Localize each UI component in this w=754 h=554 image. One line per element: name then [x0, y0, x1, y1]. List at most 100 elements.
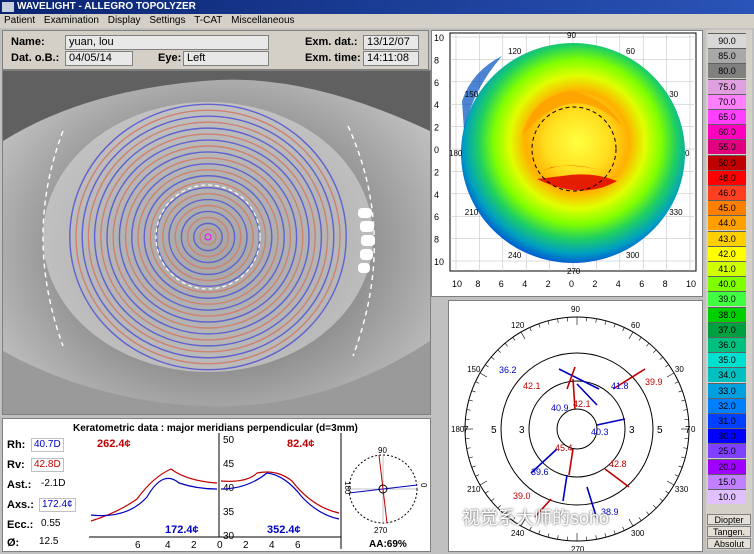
topo-xtick: 2 — [592, 279, 597, 289]
rv-value: 42.8D — [31, 458, 64, 472]
axs-value: 172.4¢ — [39, 498, 76, 512]
k-ytick: 35 — [223, 507, 235, 518]
scale-value-3: 75.0 — [708, 79, 746, 94]
scale-value-20: 36.0 — [708, 337, 746, 352]
topo-xtick: 4 — [522, 279, 527, 289]
topography-map[interactable]: 9012015018021024027030033003060 10864202… — [432, 31, 702, 296]
watermark-text: 视觉系大师的soho — [462, 504, 609, 530]
eye-image-panel — [2, 70, 431, 415]
meridian-angle-label: 240 — [511, 529, 525, 538]
topo-ytick: 2 — [434, 167, 439, 177]
topo-xtick: 10 — [686, 279, 696, 289]
topo-angle-label: 210 — [465, 208, 479, 217]
topo-angle-label: 240 — [508, 251, 522, 260]
ast-label: Ast.: — [7, 479, 31, 491]
name-field[interactable]: yuan, lou — [65, 35, 269, 50]
topo-xtick: 8 — [475, 279, 480, 289]
scale-value-23: 33.0 — [708, 383, 746, 398]
k-xtick: 6 — [135, 540, 141, 549]
profile-right-bottom-value: 352.4¢ — [267, 524, 301, 536]
eye-label: Eye: — [158, 52, 181, 64]
k-ytick: 30 — [223, 531, 235, 542]
topo-ytick: 0 — [434, 145, 439, 155]
topo-angle-label: 0 — [685, 149, 690, 158]
k-xtick: 4 — [165, 540, 171, 549]
exam-time-field[interactable]: 14:11:08 — [363, 51, 419, 66]
meridian-angle-label: 120 — [511, 321, 525, 330]
scale-value-28: 20.0 — [708, 459, 746, 474]
meridian-value: 42.1 — [523, 381, 541, 391]
topo-angle-label: 270 — [567, 267, 581, 276]
meridian-value: 41.8 — [611, 381, 629, 391]
topo-angle-label: 60 — [626, 47, 635, 56]
exam-time-label: Exm. time: — [305, 52, 361, 64]
topo-ytick: 8 — [434, 55, 439, 65]
topo-ytick: 2 — [434, 123, 439, 133]
profile-right-top-value: 82.4¢ — [287, 438, 315, 450]
scale-value-13: 43.0 — [708, 231, 746, 246]
rh-label: Rh: — [7, 439, 25, 451]
meridian-ring-label: 3 — [519, 425, 525, 436]
topo-ytick: 4 — [434, 100, 439, 110]
dob-label: Dat. o.B.: — [11, 52, 59, 64]
topo-angle-label: 300 — [626, 251, 640, 260]
topo-ytick: 10 — [434, 257, 444, 267]
scale-value-25: 31.0 — [708, 413, 746, 428]
menu-display[interactable]: Display — [108, 15, 141, 26]
menu-patient[interactable]: Patient — [4, 15, 35, 26]
meridian-profile-chart: 262.4¢ 82.4¢ 172.4¢ 352.4¢ 5045403530 64… — [87, 433, 427, 549]
scale-value-17: 39.0 — [708, 291, 746, 306]
diameter-label: Ø: — [7, 537, 19, 549]
scale-button-tangen[interactable]: Tangen. — [707, 526, 751, 537]
meridian-ring-label: 5 — [657, 425, 663, 436]
meridian-value: 39.9 — [645, 377, 663, 387]
meridian-value: 39.0 — [513, 491, 531, 501]
scale-button-absolut[interactable]: Absolut — [707, 538, 751, 549]
scale-value-22: 34.0 — [708, 367, 746, 382]
scale-value-2: 80.0 — [708, 63, 746, 78]
topo-ytick: 4 — [434, 190, 439, 200]
scale-value-24: 32.0 — [708, 398, 746, 413]
window-title: WAVELIGHT - ALLEGRO TOPOLYZER — [17, 1, 196, 12]
scale-value-9: 48.0 — [708, 170, 746, 185]
topo-xtick: 8 — [663, 279, 668, 289]
topo-xtick: 10 — [452, 279, 462, 289]
exam-date-field[interactable]: 13/12/07 — [363, 35, 419, 50]
meridian-ring-label: 7 — [463, 425, 469, 436]
k-ytick: 50 — [223, 435, 235, 446]
eye-field[interactable]: Left — [183, 51, 269, 66]
placido-eye-image — [3, 71, 430, 414]
meridian-angle-label: 330 — [675, 485, 689, 494]
scale-value-11: 45.0 — [708, 200, 746, 215]
scale-value-14: 42.0 — [708, 246, 746, 261]
scale-value-7: 55.0 — [708, 139, 746, 154]
menu-settings[interactable]: Settings — [149, 15, 185, 26]
dob-field[interactable]: 04/05/14 — [65, 51, 133, 66]
meridian-value: 36.2 — [499, 365, 517, 375]
scale-value-1: 85.0 — [708, 48, 746, 63]
meridian-ring-label: 5 — [491, 425, 497, 436]
menu-miscellaneous[interactable]: Miscellaneous — [231, 15, 294, 26]
k-xtick: 0 — [217, 540, 223, 549]
scale-value-27: 25.0 — [708, 443, 746, 458]
menu-t-cat[interactable]: T-CAT — [194, 15, 222, 26]
compass-270: 270 — [374, 526, 388, 535]
scale-value-18: 38.0 — [708, 307, 746, 322]
scale-value-5: 65.0 — [708, 109, 746, 124]
scale-value-21: 35.0 — [708, 352, 746, 367]
ecc-value: 0.55 — [39, 518, 62, 530]
scale-value-30: 10.0 — [708, 489, 746, 504]
color-scale: 90.085.080.075.070.065.060.055.050.048.0… — [706, 30, 752, 550]
topo-angle-label: 150 — [465, 90, 479, 99]
meridian-value: 40.9 — [551, 403, 569, 413]
scale-value-16: 40.0 — [708, 276, 746, 291]
meridian-value: 39.6 — [531, 467, 549, 477]
scale-button-diopter[interactable]: Diopter — [707, 514, 751, 525]
title-bar: WAVELIGHT - ALLEGRO TOPOLYZER — [0, 0, 754, 14]
compass-90: 90 — [378, 446, 387, 455]
diameter-value: 12.5 — [37, 536, 60, 548]
menu-examination[interactable]: Examination — [44, 15, 99, 26]
topo-xtick: 2 — [546, 279, 551, 289]
topo-angle-label: 30 — [669, 90, 678, 99]
meridian-angle-label: 300 — [631, 529, 645, 538]
